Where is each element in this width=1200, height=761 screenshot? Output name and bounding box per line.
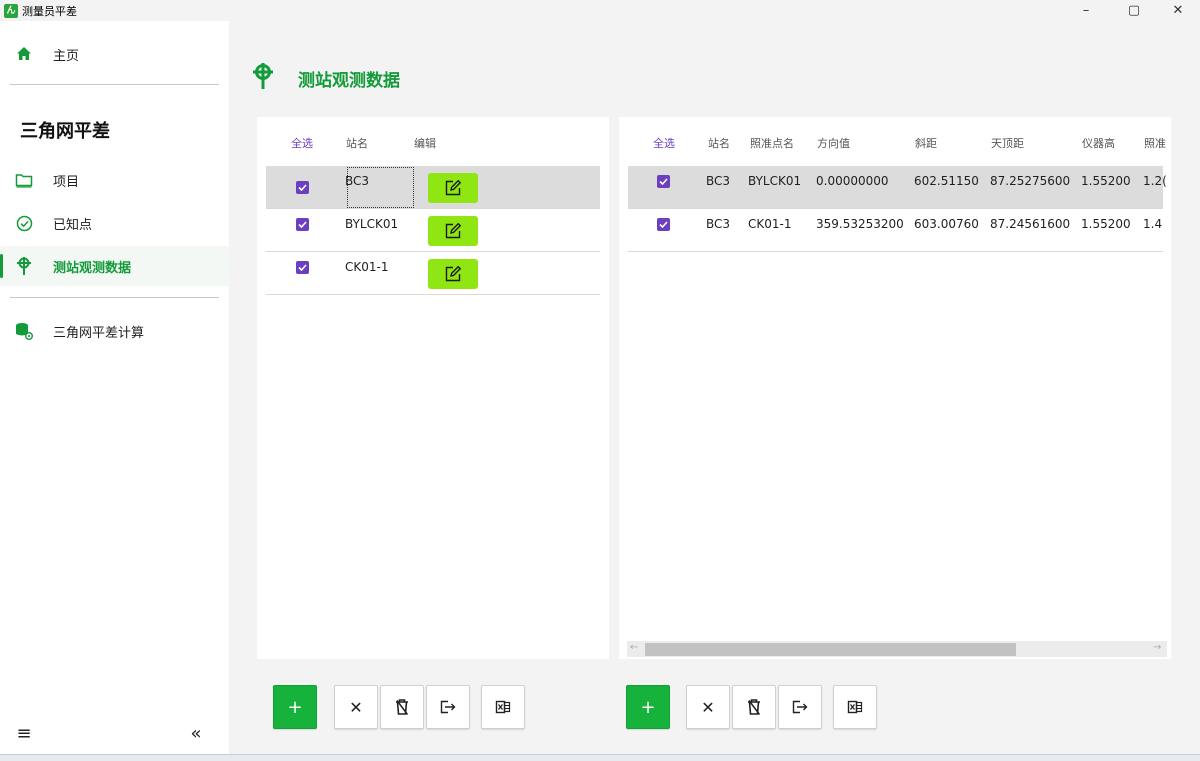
export-icon xyxy=(792,700,808,714)
table-row[interactable]: BC3 BYLCK01 0.00000000 602.51150 87.2527… xyxy=(628,166,1167,209)
sidebar-item-label: 已知点 xyxy=(53,217,93,233)
divider xyxy=(10,297,219,298)
edit-header: 编辑 xyxy=(414,137,436,150)
sidebar-item-home[interactable]: 主页 xyxy=(0,34,229,74)
zenith-header[interactable]: 天顶距 xyxy=(991,135,1024,151)
sidebar-item-station-data[interactable]: 测站观测数据 xyxy=(0,246,229,286)
sidebar-item-known-points[interactable]: 已知点 xyxy=(0,203,229,243)
target-cell[interactable]: BYLCK01 xyxy=(748,174,801,188)
stations-panel: 全选 站名 编辑 BC3 BYLCK01 CK01-1 xyxy=(257,117,609,659)
target-height-header[interactable]: 照准 xyxy=(1144,135,1166,151)
direction-cell[interactable]: 0.00000000 xyxy=(816,174,889,188)
folder-icon xyxy=(14,170,34,190)
row-checkbox[interactable] xyxy=(296,218,309,231)
select-all-header[interactable]: 全选 xyxy=(653,135,675,151)
excel-icon xyxy=(847,700,863,714)
table-row[interactable]: BC3 CK01-1 359.53253200 603.00760 87.245… xyxy=(628,209,1163,252)
slope-distance-cell[interactable]: 603.00760 xyxy=(914,217,979,231)
scroll-left-arrow[interactable]: ← xyxy=(630,642,638,653)
sidebar-item-project[interactable]: 项目 xyxy=(0,160,229,200)
minimize-button[interactable]: – xyxy=(1066,0,1106,21)
menu-icon[interactable]: ≡ xyxy=(12,721,36,745)
slope-distance-cell[interactable]: 602.51150 xyxy=(914,174,979,188)
station-name-cell[interactable]: BC3 xyxy=(345,174,369,188)
cancel-button[interactable]: ✕ xyxy=(686,685,730,729)
excel-import-button[interactable] xyxy=(833,685,877,729)
station-cell[interactable]: BC3 xyxy=(706,174,730,188)
delete-button[interactable] xyxy=(732,685,776,729)
delete-button[interactable] xyxy=(380,685,424,729)
home-icon xyxy=(14,44,34,64)
zenith-cell[interactable]: 87.24561600 xyxy=(990,217,1070,231)
horizontal-scrollbar[interactable]: ← → xyxy=(627,641,1167,657)
direction-header[interactable]: 方向值 xyxy=(817,135,850,151)
edit-icon xyxy=(445,265,462,282)
instrument-height-cell[interactable]: 1.55200 xyxy=(1081,217,1131,231)
table-row[interactable]: BC3 xyxy=(266,166,600,209)
export-button[interactable] xyxy=(426,685,470,729)
sidebar-item-label: 测站观测数据 xyxy=(53,260,132,276)
trash-icon xyxy=(396,699,409,715)
sidebar-item-label: 项目 xyxy=(53,174,80,190)
station-icon xyxy=(14,256,34,276)
export-icon xyxy=(440,700,456,714)
add-observation-button[interactable]: + xyxy=(626,685,670,729)
direction-cell[interactable]: 359.53253200 xyxy=(816,217,904,231)
check-circle-icon xyxy=(14,213,34,233)
add-station-button[interactable]: + xyxy=(273,685,317,729)
edit-icon xyxy=(445,179,462,196)
taskbar xyxy=(0,754,1200,761)
station-name-cell[interactable]: CK01-1 xyxy=(345,260,388,274)
maximize-button[interactable]: ▢ xyxy=(1114,0,1154,21)
row-checkbox[interactable] xyxy=(296,261,309,274)
select-all-header[interactable]: 全选 xyxy=(291,135,313,151)
collapse-sidebar-icon[interactable]: « xyxy=(184,721,208,745)
target-header[interactable]: 照准点名 xyxy=(750,135,794,151)
sidebar: 主页 三角网平差 项目 已知点 测站观测数据 三角网平差计算 ≡ « xyxy=(0,21,229,754)
instrument-height-cell[interactable]: 1.55200 xyxy=(1081,174,1131,188)
slope-distance-header[interactable]: 斜距 xyxy=(915,135,937,151)
excel-import-button[interactable] xyxy=(481,685,525,729)
title-bar: ん 测量员平差 – ▢ ✕ xyxy=(0,0,1200,21)
edit-button[interactable] xyxy=(428,173,478,203)
row-checkbox[interactable] xyxy=(657,218,670,231)
sidebar-item-label: 主页 xyxy=(53,48,80,64)
cancel-button[interactable]: ✕ xyxy=(334,685,378,729)
sidebar-item-label: 三角网平差计算 xyxy=(53,325,145,341)
database-gear-icon xyxy=(14,321,34,341)
station-header[interactable]: 站名 xyxy=(708,135,730,151)
row-checkbox[interactable] xyxy=(296,181,309,194)
station-name-header[interactable]: 站名 xyxy=(346,135,368,151)
zenith-cell[interactable]: 87.25275600 xyxy=(990,174,1070,188)
station-cell[interactable]: BC3 xyxy=(706,217,730,231)
scrollbar-thumb[interactable] xyxy=(645,643,1016,656)
edit-icon xyxy=(445,222,462,239)
table-row[interactable]: CK01-1 xyxy=(266,252,600,295)
sidebar-item-calculation[interactable]: 三角网平差计算 xyxy=(0,311,229,351)
edit-button[interactable] xyxy=(428,216,478,246)
excel-icon xyxy=(495,700,511,714)
target-height-cell[interactable]: 1.4 xyxy=(1143,217,1162,231)
station-name-cell[interactable]: BYLCK01 xyxy=(345,217,398,231)
scroll-right-arrow[interactable]: → xyxy=(1153,642,1161,653)
table-row[interactable]: BYLCK01 xyxy=(266,209,600,252)
station-icon xyxy=(251,63,275,89)
target-height-cell[interactable]: 1.2( xyxy=(1143,174,1167,188)
instrument-height-header[interactable]: 仪器高 xyxy=(1082,135,1115,151)
export-button[interactable] xyxy=(778,685,822,729)
edit-button[interactable] xyxy=(428,259,478,289)
divider xyxy=(10,84,219,85)
section-title: 三角网平差 xyxy=(20,121,110,142)
close-button[interactable]: ✕ xyxy=(1158,0,1198,21)
trash-icon xyxy=(748,699,761,715)
window-title: 测量员平差 xyxy=(22,4,77,18)
row-checkbox[interactable] xyxy=(657,175,670,188)
page-title: 测站观测数据 xyxy=(298,71,400,91)
app-logo-icon: ん xyxy=(4,3,18,18)
observations-panel: 全选 站名 照准点名 方向值 斜距 天顶距 仪器高 照准 BC3 BYLCK01… xyxy=(619,117,1171,659)
target-cell[interactable]: CK01-1 xyxy=(748,217,791,231)
